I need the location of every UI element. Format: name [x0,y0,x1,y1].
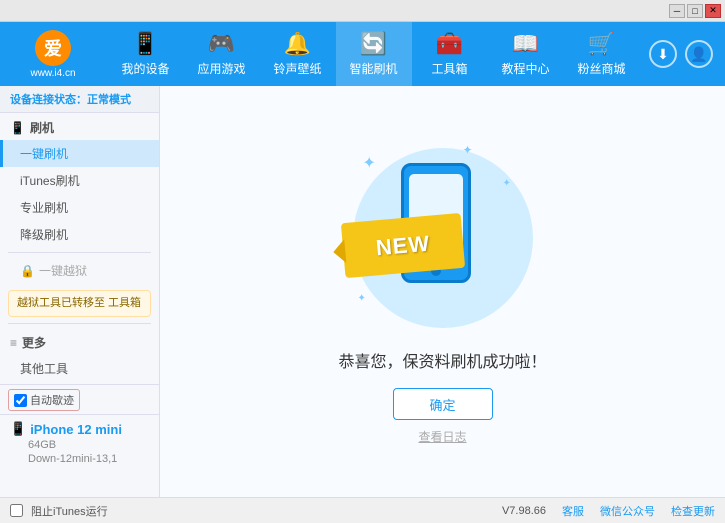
device-storage: 64GB [10,439,149,451]
logo-icon: 爱 [35,30,71,66]
nav-label-toolbox: 工具箱 [431,60,467,77]
sidebar-info-box: 越狱工具已转移至 工具箱 [8,290,151,317]
sparkle-4: ✦ [358,293,366,304]
confirm-button[interactable]: 确定 [393,388,493,420]
content-area: ✦ ✦ ✦ ✦ NEW 恭喜您，保资料刷机成功啦！ 确定 查看日志 [160,86,725,497]
close-button[interactable]: ✕ [705,4,721,18]
info-text: 越狱工具已转移至 工具箱 [17,297,141,309]
nav-item-fan-store[interactable]: 🛒 粉丝商城 [564,22,640,86]
sidebar-item-one-click[interactable]: 一键刷机 [0,140,159,167]
connection-value: 正常模式 [87,94,131,106]
stop-itunes-checkbox[interactable] [10,504,23,517]
new-badge-text: NEW [374,230,430,261]
ringtones-icon: 🔔 [284,31,311,57]
auto-launch-checkbox[interactable] [14,394,27,407]
flash-section-label: 刷机 [30,119,54,136]
fan-store-icon: 🛒 [588,31,615,57]
more-label: 更多 [22,334,46,351]
sidebar-locked-jailbreak: 🔒 一键越狱 [0,257,159,284]
nav-item-ringtones[interactable]: 🔔 铃声壁纸 [260,22,336,86]
success-message: 恭喜您，保资料刷机成功啦！ [338,348,546,372]
nav-item-my-device[interactable]: 📱 我的设备 [108,22,184,86]
logo-subtitle: www.i4.cn [30,68,75,79]
header: 爱 www.i4.cn 📱 我的设备 🎮 应用游戏 🔔 铃声壁纸 🔄 智能刷机 … [0,22,725,86]
flash-section-icon: 📱 [10,121,25,135]
footer-right: V7.98.66 客服 微信公众号 检查更新 [502,503,715,519]
new-ribbon: NEW [340,213,464,278]
tutorials-icon: 📖 [512,31,539,57]
sparkle-3: ✦ [503,178,511,189]
sidebar-item-itunes[interactable]: iTunes刷机 [0,167,159,194]
nav-label-smart-flash: 智能刷机 [349,60,397,77]
apps-icon: 🎮 [208,31,235,57]
sidebar-divider-1 [8,252,151,253]
nav-item-smart-flash[interactable]: 🔄 智能刷机 [336,22,412,86]
flash-section-header: 📱 刷机 [0,113,159,140]
sidebar-item-downgrade[interactable]: 降级刷机 [0,221,159,248]
device-name: 📱 iPhone 12 mini [10,421,149,437]
lock-icon: 🔒 [20,264,35,278]
success-illustration: ✦ ✦ ✦ ✦ NEW [333,138,553,338]
nav-item-toolbox[interactable]: 🧰 工具箱 [412,22,488,86]
nav-items: 📱 我的设备 🎮 应用游戏 🔔 铃声壁纸 🔄 智能刷机 🧰 工具箱 📖 教程中心… [98,22,649,86]
nav-item-apps-games[interactable]: 🎮 应用游戏 [184,22,260,86]
checkbox-auto-launch[interactable]: 自动歇迹 [8,389,80,411]
device-icon: 📱 [10,421,26,437]
sidebar-item-pro-flash[interactable]: 专业刷机 [0,194,159,221]
version-text: V7.98.66 [502,505,546,517]
smart-flash-icon: 🔄 [360,31,387,57]
service-link[interactable]: 客服 [562,503,584,519]
nav-label-tutorials: 教程中心 [501,60,549,77]
nav-label-my-device: 我的设备 [121,60,169,77]
device-section: 📱 iPhone 12 mini 64GB Down-12mini-13,1 [0,414,160,471]
check-update-link[interactable]: 检查更新 [671,503,715,519]
auto-launch-label: 自动歇迹 [30,392,74,408]
sparkle-2: ✦ [463,143,473,157]
maximize-button[interactable]: □ [687,4,703,18]
user-button[interactable]: 👤 [685,40,713,68]
wechat-link[interactable]: 微信公众号 [600,503,655,519]
footer-left: 阻止iTunes运行 [10,503,108,519]
download-button[interactable]: ⬇ [649,40,677,68]
nav-label-fan-store: 粉丝商城 [577,60,625,77]
device-system: Down-12mini-13,1 [10,453,149,465]
title-bar: ─ □ ✕ [0,0,725,22]
nav-label-ringtones: 铃声壁纸 [273,60,321,77]
logo-area: 爱 www.i4.cn [8,30,98,79]
sidebar-divider-2 [8,323,151,324]
toolbox-icon: 🧰 [436,31,463,57]
footer: 阻止iTunes运行 V7.98.66 客服 微信公众号 检查更新 [0,497,725,523]
my-device-icon: 📱 [132,31,159,57]
nav-item-tutorials[interactable]: 📖 教程中心 [488,22,564,86]
connection-label: 设备连接状态： [10,94,87,106]
more-section-header: ≡ 更多 [0,328,159,355]
stop-itunes-label: 阻止iTunes运行 [31,503,108,519]
minimize-button[interactable]: ─ [669,4,685,18]
nav-right-buttons: ⬇ 👤 [649,40,713,68]
daily-log-link[interactable]: 查看日志 [418,428,466,445]
connection-status: 设备连接状态：正常模式 [0,86,159,113]
sparkle-1: ✦ [363,153,376,173]
nav-label-apps: 应用游戏 [197,60,245,77]
sidebar-item-other-tools[interactable]: 其他工具 [0,355,159,382]
